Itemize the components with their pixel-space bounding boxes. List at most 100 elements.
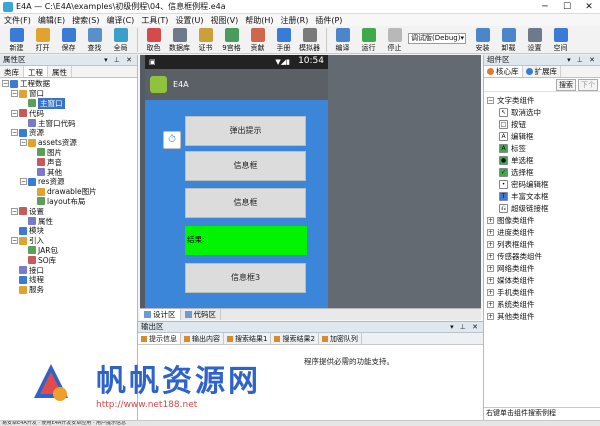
component-item[interactable]: A 编辑框 bbox=[487, 130, 600, 142]
tree-node[interactable]: 接口 bbox=[2, 265, 137, 275]
expand-toggle-icon[interactable]: + bbox=[487, 276, 494, 284]
expand-toggle-icon[interactable]: + bbox=[487, 312, 494, 320]
tab-encrypt-queue[interactable]: 加密队列 bbox=[319, 333, 362, 344]
menu-plugins[interactable]: 插件(P) bbox=[315, 15, 342, 26]
component-item[interactable]: • 密码编辑框 bbox=[487, 178, 600, 190]
menu-tools[interactable]: 工具(T) bbox=[141, 15, 168, 26]
expand-toggle-icon[interactable]: + bbox=[487, 300, 494, 308]
tab-code[interactable]: 代码区 bbox=[181, 309, 221, 320]
tree-node[interactable]: layout布局 bbox=[2, 197, 137, 207]
toolbar-save-button[interactable]: 保存 bbox=[56, 26, 81, 53]
tree-node[interactable]: 模块 bbox=[2, 226, 137, 236]
component-group[interactable]: + 其他类组件 bbox=[487, 310, 600, 322]
toolbar-stop-button[interactable]: 停止 bbox=[382, 26, 407, 53]
collapse-toggle-icon[interactable]: − bbox=[2, 80, 9, 88]
component-item[interactable]: ✓ 选择框 bbox=[487, 166, 600, 178]
menu-search[interactable]: 搜索(S) bbox=[72, 15, 99, 26]
collapse-toggle-icon[interactable]: − bbox=[487, 96, 494, 104]
tab-output-content[interactable]: 输出内容 bbox=[181, 333, 224, 344]
collapse-toggle-icon[interactable]: − bbox=[20, 178, 27, 186]
component-group[interactable]: + 网络类组件 bbox=[487, 262, 600, 274]
next-button[interactable]: 下个 bbox=[578, 78, 598, 91]
expand-toggle-icon[interactable]: + bbox=[487, 264, 494, 272]
expand-toggle-icon[interactable]: + bbox=[487, 252, 494, 260]
toolbar-compile-button[interactable]: 编译 bbox=[330, 26, 355, 53]
expand-toggle-icon[interactable]: + bbox=[487, 228, 494, 236]
component-group[interactable]: + 进度类组件 bbox=[487, 226, 600, 238]
tab-search-results-2[interactable]: 搜索结果2 bbox=[271, 333, 319, 344]
tab-properties[interactable]: 属性 bbox=[48, 66, 72, 77]
panel-controls[interactable]: ▾ ⊥ ✕ bbox=[104, 55, 134, 65]
maximize-button[interactable]: ☐ bbox=[556, 0, 578, 14]
output-panel-controls[interactable]: ▾ ⊥ ✕ bbox=[450, 322, 480, 332]
toolbar-open-button[interactable]: 打开 bbox=[30, 26, 55, 53]
component-group[interactable]: + 传感器类组件 bbox=[487, 250, 600, 262]
tab-core-library[interactable]: 核心库 bbox=[484, 66, 523, 77]
toolbar-contribute-button[interactable]: 贡献 bbox=[245, 26, 270, 53]
toolbar-emulator-button[interactable]: 模拟器 bbox=[297, 26, 322, 53]
component-item[interactable]: ● 单选框 bbox=[487, 154, 600, 166]
tree-node[interactable]: 属性 bbox=[2, 216, 137, 226]
tree-node[interactable]: − 设置 bbox=[2, 206, 137, 216]
tree-node[interactable]: − assets资源 bbox=[2, 138, 137, 148]
menu-compile[interactable]: 编译(C) bbox=[106, 15, 134, 26]
timer-component-icon[interactable]: ⏱ bbox=[163, 131, 181, 149]
toolbar-run-button[interactable]: 运行 bbox=[356, 26, 381, 53]
tree-node[interactable]: − 引入 bbox=[2, 236, 137, 246]
toolbar-install-button[interactable]: 安装 bbox=[470, 26, 495, 53]
tree-node[interactable]: SO库 bbox=[2, 255, 137, 265]
menu-edit[interactable]: 编辑(E) bbox=[38, 15, 65, 26]
component-group[interactable]: + 系统类组件 bbox=[487, 298, 600, 310]
tree-node[interactable]: 主窗口 bbox=[2, 98, 137, 109]
tree-node[interactable]: 线程 bbox=[2, 275, 137, 285]
tree-node[interactable]: − 窗口 bbox=[2, 89, 137, 99]
collapse-toggle-icon[interactable]: − bbox=[11, 129, 18, 137]
tree-node[interactable]: 主窗口代码 bbox=[2, 118, 137, 128]
tree-node[interactable]: 声音 bbox=[2, 157, 137, 167]
menu-register[interactable]: 注册(R) bbox=[281, 15, 309, 26]
toolbar-color-picker-button[interactable]: 取色 bbox=[141, 26, 166, 53]
component-item[interactable]: ↖ 取消选中 bbox=[487, 106, 600, 118]
panel-controls[interactable]: ▾ ⊥ ✕ bbox=[567, 55, 597, 65]
component-item[interactable]: A 标签 bbox=[487, 142, 600, 154]
collapse-toggle-icon[interactable]: − bbox=[11, 207, 18, 215]
message-box-button-3[interactable]: 信息框3 bbox=[185, 263, 306, 293]
tab-project[interactable]: 工程 bbox=[24, 66, 48, 77]
component-group[interactable]: − 文字类组件 bbox=[487, 94, 600, 106]
menu-view[interactable]: 视图(V) bbox=[211, 15, 239, 26]
collapse-toggle-icon[interactable]: − bbox=[11, 90, 18, 98]
tree-node[interactable]: 其他 bbox=[2, 167, 137, 177]
tab-class-library[interactable]: 类库 bbox=[0, 66, 24, 77]
toolbar-certificate-button[interactable]: 证书 bbox=[193, 26, 218, 53]
toolbar-manual-button[interactable]: 手册 bbox=[271, 26, 296, 53]
toolbar-find-button[interactable]: 查找 bbox=[82, 26, 107, 53]
tab-hint-info[interactable]: 提示信息 bbox=[138, 333, 181, 344]
expand-toggle-icon[interactable]: + bbox=[487, 240, 494, 248]
component-item[interactable]: ⎌ 超级链接框 bbox=[487, 202, 600, 214]
tree-node[interactable]: 图片 bbox=[2, 148, 137, 158]
toolbar-global-button[interactable]: 全局 bbox=[108, 26, 133, 53]
component-item[interactable]: T 丰富文本框 bbox=[487, 190, 600, 202]
toolbar-uninstall-button[interactable]: 卸载 bbox=[496, 26, 521, 53]
message-box-button-1[interactable]: 信息框 bbox=[185, 151, 306, 181]
toolbar-space-button[interactable]: 空间 bbox=[548, 26, 573, 53]
component-item[interactable]: □ 按钮 bbox=[487, 118, 600, 130]
menu-help[interactable]: 帮助(H) bbox=[245, 15, 273, 26]
toolbar-grid-button[interactable]: 9宫格 bbox=[219, 26, 244, 53]
search-button[interactable]: 搜索 bbox=[556, 78, 576, 91]
tree-node[interactable]: − 工程数据 bbox=[2, 79, 137, 89]
toolbar-database-button[interactable]: 数据库 bbox=[167, 26, 192, 53]
component-group[interactable]: + 手机类组件 bbox=[487, 286, 600, 298]
tab-search-results-1[interactable]: 搜索结果1 bbox=[224, 333, 272, 344]
minimize-button[interactable]: ─ bbox=[534, 0, 556, 14]
result-label[interactable]: 结果: bbox=[185, 226, 307, 255]
menu-settings[interactable]: 设置(U) bbox=[175, 15, 203, 26]
tab-extension-library[interactable]: 扩展库 bbox=[523, 66, 561, 77]
popup-tip-button[interactable]: 弹出提示 bbox=[185, 116, 306, 146]
toolbar-new-button[interactable]: 新建 bbox=[4, 26, 29, 53]
toolbar-settings-button[interactable]: 设置 bbox=[522, 26, 547, 53]
component-group[interactable]: + 列表框组件 bbox=[487, 238, 600, 250]
expand-toggle-icon[interactable]: + bbox=[487, 288, 494, 296]
build-mode-select[interactable]: 调试版(Debug) ▾ bbox=[408, 33, 466, 44]
tree-node[interactable]: JAR包 bbox=[2, 246, 137, 256]
